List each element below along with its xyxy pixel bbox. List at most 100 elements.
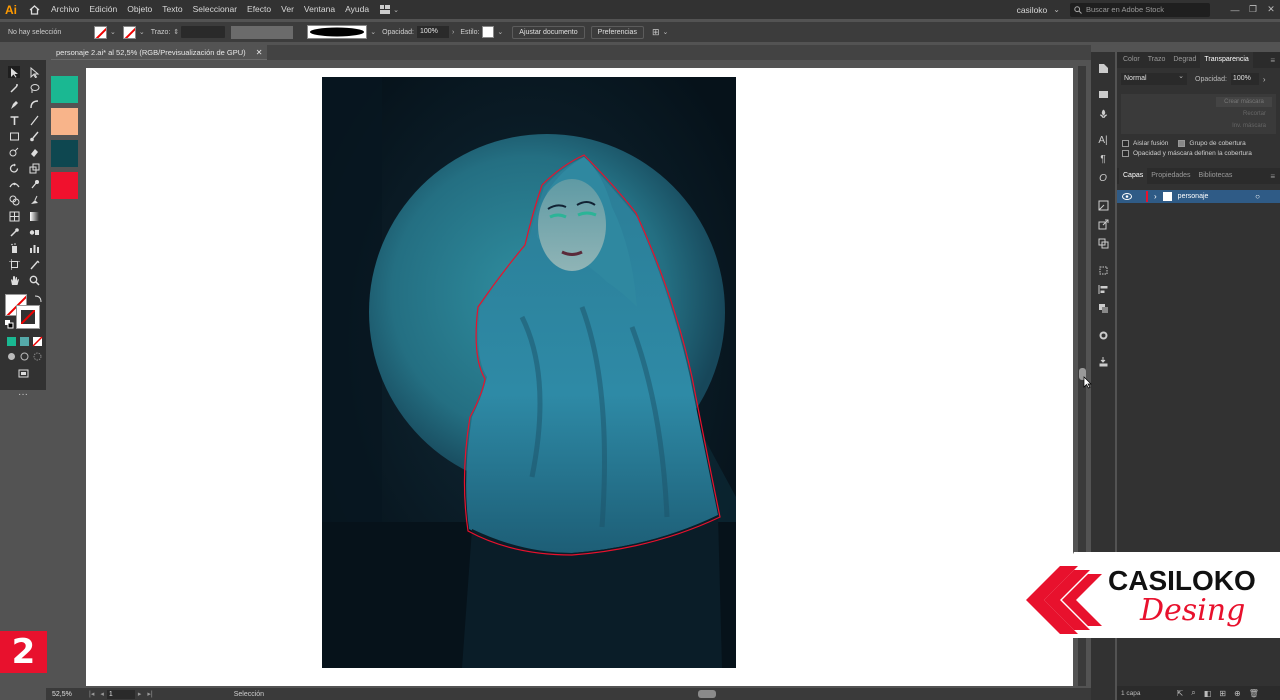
transform-bbox-icon[interactable] [1097,264,1109,276]
chevron-right-icon[interactable]: › [452,29,454,36]
chevron-down-icon[interactable]: ⌄ [139,28,145,36]
default-colors-icon[interactable] [3,318,15,330]
export-icon[interactable]: ⇱ [1177,689,1184,698]
magic-wand-tool-icon[interactable] [8,82,20,94]
new-sublayer-icon[interactable]: ⊞ [1219,689,1226,698]
rectangle-tool-icon[interactable] [8,130,20,142]
eraser-tool-icon[interactable] [28,146,40,158]
tab-transparency[interactable]: Transparencia [1200,52,1253,68]
target-circle-icon[interactable]: ○ [1255,192,1260,201]
actions-panel-icon[interactable] [1097,355,1109,367]
knockout-group-checkbox[interactable] [1178,140,1186,147]
lasso-tool-icon[interactable] [28,82,40,94]
align-panel-icon[interactable] [1097,283,1109,295]
expand-arrow-icon[interactable]: › [1154,192,1157,201]
none-mode-icon[interactable] [31,335,43,347]
properties-panel-icon[interactable] [1097,62,1109,74]
gradient-tool-icon[interactable] [28,210,40,222]
artboards-panel-icon[interactable] [1097,237,1109,249]
width-tool-icon[interactable] [8,178,20,190]
new-layer-icon[interactable]: ⊕ [1234,689,1241,698]
workspace-switcher[interactable]: ⌄ [380,5,404,14]
tab-color[interactable]: Color [1119,52,1144,68]
pen-tool-icon[interactable] [8,98,20,110]
tab-gradient[interactable]: Degrad [1169,52,1200,68]
opentype-panel-icon[interactable]: O [1097,172,1109,184]
menu-archivo[interactable]: Archivo [46,0,84,19]
swatch-red[interactable] [51,172,78,199]
layer-row[interactable]: › personaje ○ [1117,190,1280,203]
rotate-tool-icon[interactable] [8,162,20,174]
next-page-icon[interactable]: ▸ [138,690,142,698]
draw-behind-icon[interactable] [18,350,30,362]
menu-seleccionar[interactable]: Seleccionar [188,0,242,19]
menu-edicion[interactable]: Edición [84,0,122,19]
perspective-grid-tool-icon[interactable] [8,210,20,222]
libraries-panel-icon[interactable] [1097,88,1109,100]
chevron-down-icon[interactable]: ⌄ [663,28,669,36]
stroke-weight-field[interactable] [181,26,226,38]
tab-stroke[interactable]: Trazo [1144,52,1170,68]
zoom-level[interactable]: 52,5% [52,691,86,698]
slice-tool-icon[interactable] [28,258,40,270]
stroke-color-box[interactable] [16,305,40,329]
swap-colors-icon[interactable] [32,292,44,304]
clipping-mask-icon[interactable]: ◧ [1204,689,1212,698]
brush-definition-field[interactable] [307,25,368,39]
first-page-icon[interactable]: |◂ [89,690,94,698]
panel-menu-icon[interactable]: ≡ [1270,172,1275,181]
chevron-down-icon[interactable]: ⌄ [497,28,503,36]
last-page-icon[interactable]: ▸| [147,690,152,698]
symbol-sprayer-tool-icon[interactable] [8,242,20,254]
scale-tool-icon[interactable] [28,162,40,174]
appearance-panel-icon[interactable] [1097,329,1109,341]
user-name[interactable]: casiloko [1017,5,1048,15]
draw-inside-icon[interactable] [31,350,43,362]
eyedropper-tool-icon[interactable] [8,226,20,238]
chevron-right-icon[interactable]: › [1263,75,1266,84]
puppet-warp-tool-icon[interactable] [28,178,40,190]
direct-selection-tool-icon[interactable] [28,66,40,78]
menu-ventana[interactable]: Ventana [299,0,340,19]
draw-normal-icon[interactable] [5,350,17,362]
chevron-down-icon[interactable]: ⌄ [370,28,376,36]
close-tab-icon[interactable]: ✕ [256,48,263,57]
fit-document-button[interactable]: Ajustar documento [512,25,585,39]
make-mask-button[interactable]: Crear máscara [1216,97,1272,107]
symbols-panel-icon[interactable] [1097,108,1109,120]
gradient-mode-icon[interactable] [18,335,30,347]
curvature-tool-icon[interactable] [28,98,40,110]
character-panel-icon[interactable]: A| [1097,134,1109,146]
column-graph-tool-icon[interactable] [28,242,40,254]
minimize-icon[interactable]: — [1226,5,1244,15]
swatch-teal[interactable] [51,76,78,103]
page-number-field[interactable]: 1 [106,689,135,699]
restore-icon[interactable]: ❐ [1244,4,1262,15]
horizontal-scroll-thumb[interactable] [698,690,716,698]
swatch-peach[interactable] [51,108,78,135]
fill-swatch[interactable] [94,25,107,39]
live-paint-tool-icon[interactable] [28,194,40,206]
menu-objeto[interactable]: Objeto [122,0,157,19]
export-panel-icon[interactable] [1097,218,1109,230]
menu-texto[interactable]: Texto [157,0,187,19]
transform-panel-icon[interactable] [1097,199,1109,211]
opacity-field[interactable]: 100% [417,26,449,38]
placed-photo[interactable] [322,77,736,668]
shape-builder-tool-icon[interactable] [8,194,20,206]
hand-tool-icon[interactable] [8,274,20,286]
tab-libraries[interactable]: Bibliotecas [1195,168,1237,184]
layer-name[interactable]: personaje [1178,193,1209,200]
delete-layer-icon[interactable]: 🗑 [1249,689,1259,698]
locate-icon[interactable]: ⌕ [1191,688,1195,698]
swatch-dark-teal[interactable] [51,140,78,167]
arrange-icon[interactable]: ⊞ [652,27,660,38]
stepper-icon[interactable]: ⇕ [173,28,179,36]
line-tool-icon[interactable] [28,114,40,126]
paragraph-panel-icon[interactable]: ¶ [1097,153,1109,165]
more-tools-icon[interactable]: ··· [17,388,29,400]
artboard-tool-icon[interactable] [8,258,20,270]
isolate-blending-checkbox[interactable] [1122,140,1129,147]
eye-icon[interactable] [1122,193,1132,200]
stroke-swatch[interactable] [122,25,136,39]
